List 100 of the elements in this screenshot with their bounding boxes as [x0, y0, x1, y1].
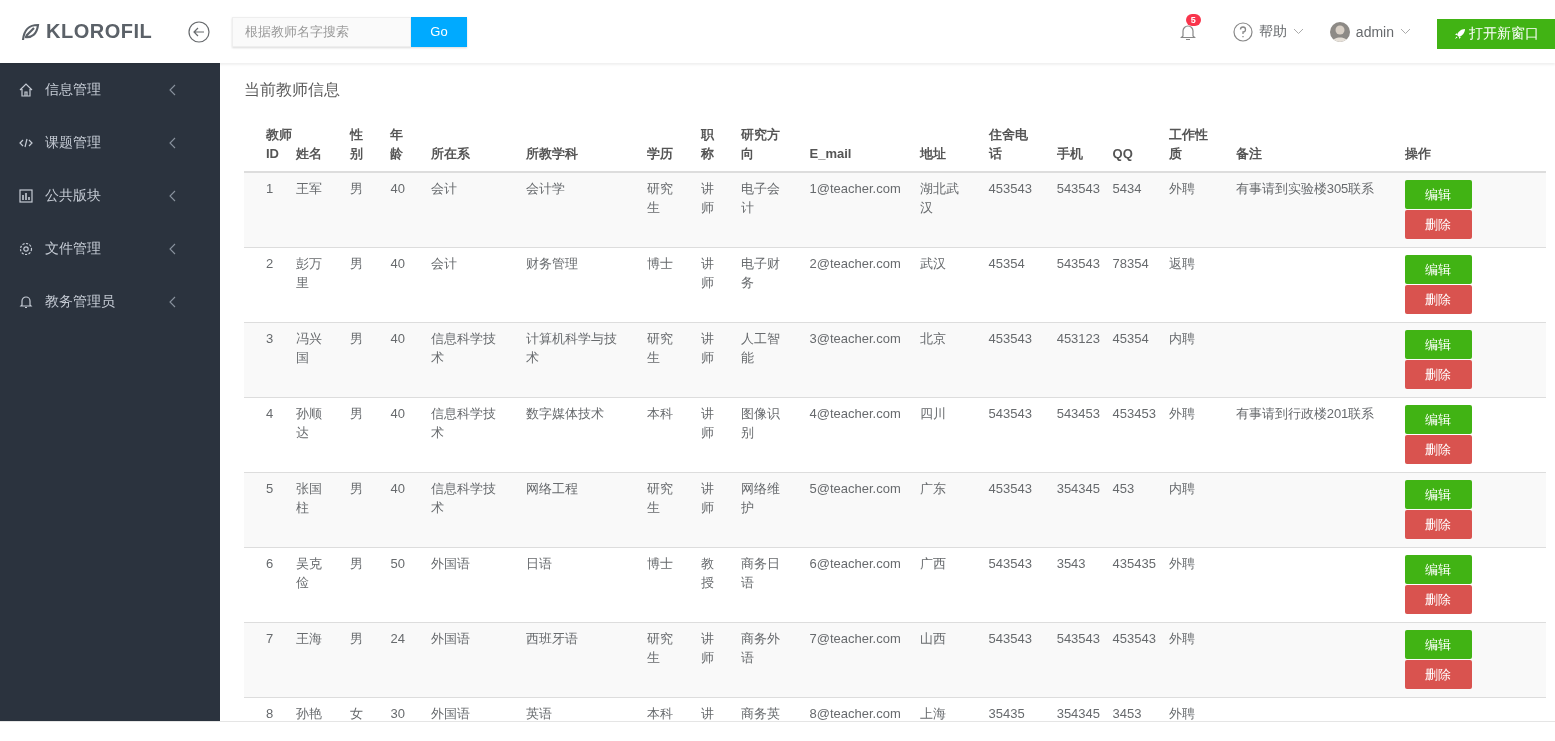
sidebar-item[interactable]: 信息管理 [0, 63, 220, 116]
user-menu[interactable]: admin [1355, 23, 1394, 40]
table-cell-text: 45354 [1112, 330, 1150, 348]
column-header: 姓名 [295, 145, 323, 163]
table-cell-text: 研究生 [646, 330, 674, 367]
table-cell-text: 张国柱 [295, 480, 323, 517]
chevron-icon [169, 189, 176, 202]
table-cell-text: 外聘 [1168, 405, 1196, 423]
table-cell-text: 孙顺达 [295, 405, 323, 442]
column-header: 工作性质 [1168, 126, 1209, 163]
column-header: 操作 [1404, 145, 1432, 163]
table-cell-text: 6@teacher.com [809, 555, 902, 573]
column-header: 职称 [700, 126, 715, 163]
sidebar-item[interactable]: 教务管理员 [0, 275, 220, 328]
table-cell-text: 武汉 [920, 255, 948, 273]
table-cell-text: 453123 [1056, 330, 1102, 348]
open-window-button[interactable]: 打开新窗口 [1437, 19, 1555, 49]
edit-button[interactable]: 编辑 [1404, 330, 1472, 359]
sidebar-item[interactable]: 公共版块 [0, 169, 220, 222]
column-header: 手机 [1056, 145, 1084, 163]
table-cell-text: 外聘 [1168, 630, 1196, 648]
column-header: 备注 [1235, 145, 1263, 163]
table-cell-text: 354345 [1056, 480, 1102, 498]
table-cell-text: 商务英 [741, 705, 782, 722]
table-cell-text: 计算机科学与技术 [525, 330, 618, 367]
delete-button[interactable]: 删除 [1404, 285, 1472, 314]
table-cell-text: 453 [1112, 480, 1136, 498]
table-cell-text: 王军 [295, 180, 323, 198]
table-cell-text: 王海 [295, 630, 323, 648]
table-cell-text: 西班牙语 [525, 630, 579, 648]
table-cell-text: 1@teacher.com [809, 180, 902, 198]
table-cell-text: 8 [266, 705, 275, 722]
column-header: QQ [1112, 145, 1134, 163]
table-cell-text: 30 [390, 705, 406, 722]
table-cell-text: 外聘 [1168, 555, 1196, 573]
sidebar-item[interactable]: 课题管理 [0, 116, 220, 169]
delete-button[interactable]: 删除 [1404, 210, 1472, 239]
delete-button[interactable]: 删除 [1404, 510, 1472, 539]
table-cell-text: 内聘 [1168, 480, 1196, 498]
table-cell-text: 1 [266, 180, 275, 198]
table-cell-text: 会计 [431, 255, 459, 273]
bell-icon[interactable] [1178, 22, 1197, 41]
edit-button[interactable]: 编辑 [1404, 630, 1472, 659]
help-menu[interactable]: 帮助 [1258, 22, 1287, 41]
search-field[interactable]: 根据教师名字搜索 [232, 16, 411, 47]
table-cell-text: 7 [266, 630, 275, 648]
column-header: 研究方向 [741, 126, 782, 163]
edit-button[interactable]: 编辑 [1404, 555, 1472, 584]
table-cell-text: 上海 [920, 705, 948, 722]
settings-icon [18, 240, 34, 257]
table-cell-text: 教授 [700, 555, 715, 592]
table-cell-text: 453453 [1112, 405, 1157, 423]
caret-icon [1292, 28, 1304, 35]
edit-button[interactable]: 编辑 [1404, 255, 1472, 284]
edit-button[interactable]: 编辑 [1404, 180, 1472, 209]
go-button[interactable]: Go [411, 16, 467, 47]
table-cell-text: 男 [349, 480, 364, 498]
table-cell-text: 电子财务 [741, 255, 782, 292]
table-cell-text: 3453 [1112, 705, 1143, 722]
table-cell-text: 40 [390, 405, 406, 423]
table-cell-text: 453543 [1112, 630, 1157, 648]
table-cell-text: 讲师 [700, 330, 715, 367]
table-cell-text: 有事请到行政楼201联系 [1235, 405, 1376, 423]
help-icon[interactable] [1232, 21, 1253, 42]
chevron-icon [169, 242, 176, 255]
table-cell-text: 商务外语 [741, 630, 782, 667]
delete-button[interactable]: 删除 [1404, 360, 1472, 389]
table-cell-text: 商务日语 [741, 555, 782, 592]
table-cell-text: 讲 [700, 705, 715, 722]
table-cell-text: 453543 [988, 180, 1033, 198]
table-cell-text: 吴克俭 [295, 555, 323, 592]
chart-icon [18, 187, 34, 204]
column-header: 学历 [646, 145, 674, 163]
table-cell-text: 研究生 [646, 480, 674, 517]
table-cell-text: 本科 [646, 705, 674, 722]
table-cell-text: 广东 [920, 480, 948, 498]
delete-button[interactable]: 删除 [1404, 435, 1472, 464]
table-cell-text: 内聘 [1168, 330, 1196, 348]
delete-button[interactable]: 删除 [1404, 585, 1472, 614]
table-cell-text: 冯兴国 [295, 330, 323, 367]
table-cell-text: 四川 [920, 405, 948, 423]
table-cell-text: 电子会计 [741, 180, 782, 217]
avatar[interactable] [1329, 21, 1350, 42]
table-cell-text: 财务管理 [525, 255, 579, 273]
sidebar-item[interactable]: 文件管理 [0, 222, 220, 275]
table-cell-text: 543543 [1056, 255, 1102, 273]
table-cell-text: 543543 [988, 555, 1033, 573]
table-cell-text: 男 [349, 330, 364, 348]
table-cell-text: 信息科学技术 [431, 405, 498, 442]
column-header: 教师ID [266, 126, 293, 163]
table-cell-text: 男 [349, 180, 364, 198]
table-cell-text: 3@teacher.com [809, 330, 902, 348]
delete-button[interactable]: 删除 [1404, 660, 1472, 689]
table-cell-text: 山西 [920, 630, 948, 648]
edit-button[interactable]: 编辑 [1404, 405, 1472, 434]
table-cell-text: 广西 [920, 555, 948, 573]
edit-button[interactable]: 编辑 [1404, 480, 1472, 509]
table-cell-text: 网络工程 [525, 480, 579, 498]
column-header: 地址 [920, 145, 948, 163]
table-cell-text: 日语 [525, 555, 553, 573]
